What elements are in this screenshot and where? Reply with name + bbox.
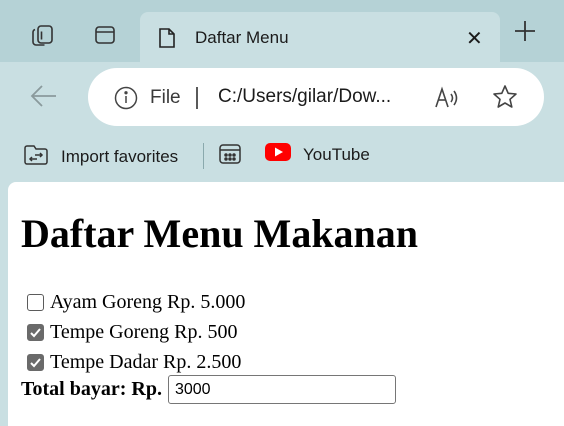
tab-actions-icon [93,23,117,52]
page-content: Daftar Menu Makanan Ayam Goreng Rp. 5.00… [8,182,564,426]
workspaces-button[interactable] [20,12,64,62]
favorites-divider [203,143,204,169]
favorite-star-icon[interactable] [492,84,518,115]
total-label: Total bayar: Rp. [21,378,162,400]
document-icon [158,27,176,54]
checkbox-ayam-goreng[interactable] [27,294,44,311]
back-arrow-icon[interactable] [28,80,60,112]
total-row: Total bayar: Rp. [21,375,396,404]
menu-item-tempe-goreng[interactable]: Tempe Goreng Rp. 500 [27,321,237,344]
plus-icon [514,20,536,47]
import-favorites-item[interactable]: Import favorites [23,142,178,171]
menu-item-tempe-dadar[interactable]: Tempe Dadar Rp. 2.500 [27,351,241,374]
checkbox-tempe-dadar[interactable] [27,354,44,371]
apps-icon [218,142,242,171]
total-input[interactable] [167,375,396,404]
url-text[interactable]: C:/Users/gilar/Dow... [218,86,391,108]
youtube-label: YouTube [303,144,370,164]
close-tab-icon[interactable]: ✕ [466,26,483,51]
checkbox-tempe-goreng[interactable] [27,324,44,341]
tab-title: Daftar Menu [195,28,289,47]
read-aloud-icon[interactable] [434,86,460,115]
workspaces-icon [29,23,55,52]
page-title: Daftar Menu Makanan [21,211,419,256]
tab-strip: Daftar Menu ✕ [0,0,564,64]
favorites-bar: Import favorites YouTube [0,130,564,182]
folder-import-icon [23,142,49,171]
youtube-favorite-item[interactable]: YouTube [265,142,370,167]
info-icon[interactable] [114,86,138,115]
toolbar: File C:/Users/gilar/Dow... [0,62,564,130]
address-separator [196,87,198,109]
new-tab-button[interactable] [510,18,540,48]
active-tab[interactable]: Daftar Menu ✕ [140,12,500,64]
import-favorites-label: Import favorites [61,146,179,166]
menu-item-label: Ayam Goreng Rp. 5.000 [50,291,246,313]
apps-folder-item[interactable] [218,142,242,171]
scheme-label: File [150,87,181,108]
tab-actions-button[interactable] [83,12,127,62]
menu-item-label: Tempe Goreng Rp. 500 [50,321,238,343]
menu-item-ayam-goreng[interactable]: Ayam Goreng Rp. 5.000 [27,291,245,314]
menu-item-label: Tempe Dadar Rp. 2.500 [50,351,242,373]
youtube-icon [265,142,291,167]
address-bar[interactable]: File C:/Users/gilar/Dow... [88,68,544,126]
